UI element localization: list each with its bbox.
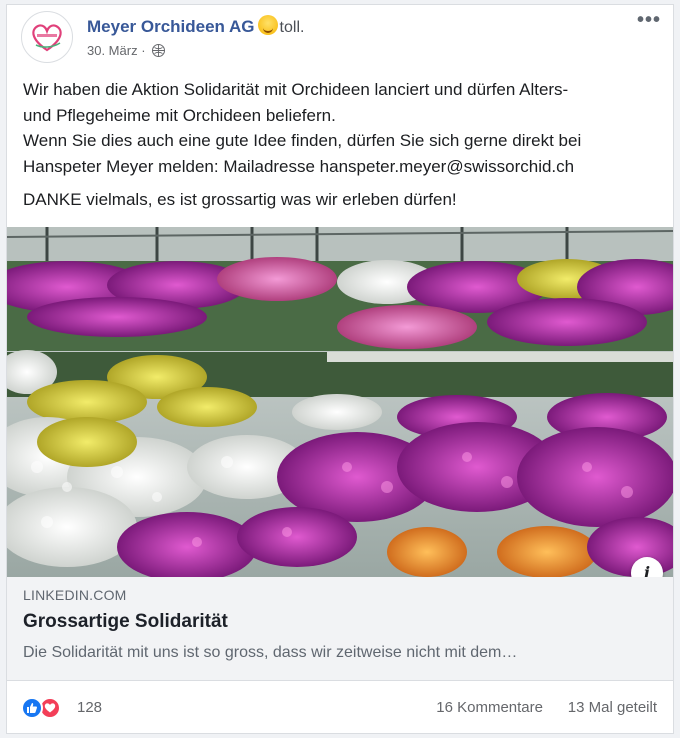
link-description: Die Solidarität mit uns ist so gross, da… — [23, 644, 518, 661]
post-text-line: Wenn Sie dies auch eine gute Idee finden… — [23, 131, 582, 150]
orchid-greenhouse-photo — [7, 227, 673, 577]
post-text-line: Wir haben die Aktion Solidarität mit Orc… — [23, 80, 569, 99]
post-message: Wir haben die Aktion Solidarität mit Orc… — [23, 77, 663, 213]
page-avatar[interactable] — [21, 11, 73, 63]
comments-count[interactable]: 16 Kommentare — [436, 699, 543, 716]
meta-separator: · — [141, 43, 146, 58]
more-options-icon[interactable]: ••• — [637, 9, 661, 32]
post-date[interactable]: 30. März — [87, 43, 138, 58]
page-name-line: Meyer Orchideen AG toll. — [87, 15, 304, 37]
post-text-thanks: DANKE vielmals, es ist grossartig was wi… — [23, 190, 457, 209]
facebook-post: Meyer Orchideen AG toll. 30. März · ••• W… — [6, 4, 674, 734]
globe-icon[interactable] — [152, 44, 166, 57]
link-preview-image[interactable]: i — [7, 227, 673, 577]
link-title[interactable]: Grossartige Solidarität — [23, 611, 228, 633]
page-name-link[interactable]: Meyer Orchideen AG — [87, 17, 255, 36]
post-text-line: Hanspeter Meyer melden: Mailadresse hans… — [23, 156, 575, 176]
post-meta: 30. März · — [87, 43, 166, 58]
grinning-emoji-icon — [257, 15, 278, 35]
feeling-text: toll. — [279, 19, 305, 36]
logo-icon — [32, 24, 62, 52]
reaction-count[interactable]: 128 — [77, 699, 102, 716]
shares-count[interactable]: 13 Mal geteilt — [568, 699, 657, 716]
link-preview-box[interactable]: LINKEDIN.COM Grossartige Solidarität Die… — [7, 577, 673, 681]
post-text-line: und Pflegeheime mit Orchideen beliefern. — [23, 105, 336, 125]
like-icon — [21, 697, 43, 719]
post-header: Meyer Orchideen AG toll. 30. März · ••• — [7, 5, 673, 71]
post-stats-bar: 128 16 Kommentare 13 Mal geteilt — [7, 681, 673, 731]
link-domain: LINKEDIN.COM — [23, 587, 127, 603]
